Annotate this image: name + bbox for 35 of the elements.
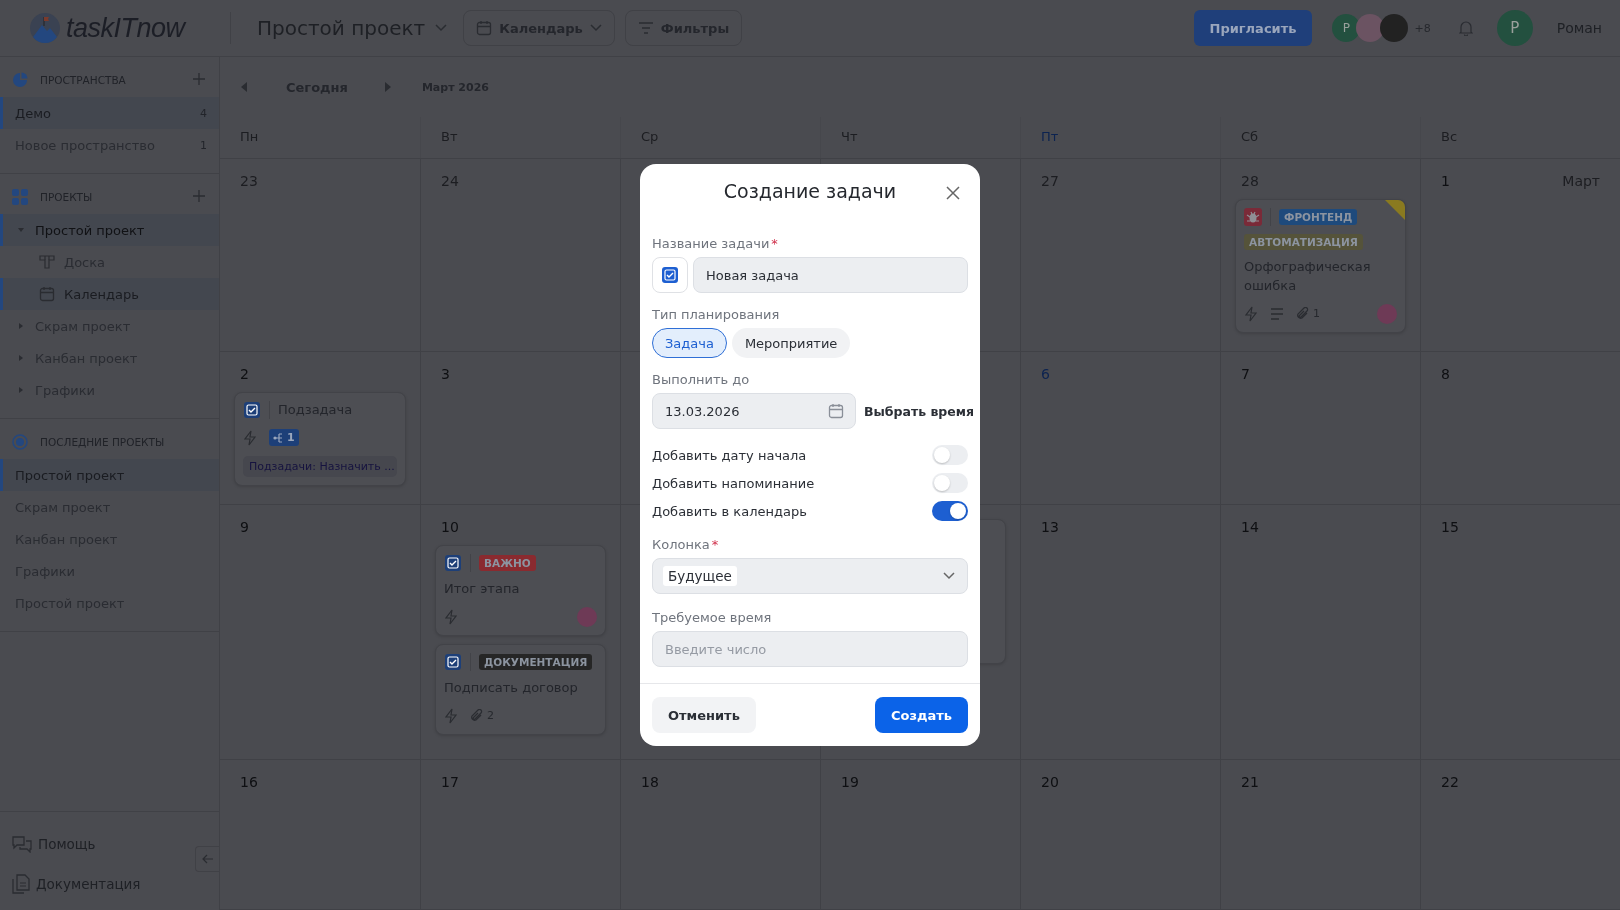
field-label: Название задачи	[652, 236, 770, 251]
field-label: Выполнить до	[652, 372, 750, 387]
card-tag: ДОКУМЕНТАЦИЯ	[479, 653, 593, 670]
day-number: 13	[1041, 519, 1059, 537]
toggle-label: Добавить дату начала	[652, 447, 807, 463]
day-number: 22	[1441, 774, 1459, 792]
card-tag: ФРОНТЕНД	[1279, 209, 1358, 225]
day-number: 8	[1441, 366, 1450, 384]
weekday-label: Пт	[1020, 117, 1220, 158]
day-number: 1	[1441, 173, 1450, 191]
toggle-label: Добавить в календарь	[652, 503, 807, 519]
card-tag: ВАЖНО	[479, 555, 536, 571]
day-number: 20	[1041, 774, 1059, 792]
required-mark: *	[771, 236, 778, 251]
field-label: Колонка	[652, 537, 710, 552]
selected-column-chip: Будущее	[663, 566, 737, 586]
field-label: Тип планирования	[652, 307, 780, 322]
day-number: 16	[240, 774, 258, 792]
day-number: 21	[1241, 774, 1259, 792]
day-number: 2	[240, 366, 249, 384]
day-number: 17	[441, 774, 459, 792]
day-number: 6	[1041, 366, 1050, 384]
day-number: 19	[841, 774, 859, 792]
card-tag: АВТОМАТИЗАЦИЯ	[1244, 234, 1363, 250]
field-label: Требуемое время	[652, 610, 772, 625]
day-number: 3	[441, 366, 450, 384]
required-mark: *	[711, 537, 719, 552]
toggle-label: Добавить напоминание	[652, 475, 815, 491]
day-number: 9	[240, 519, 249, 537]
day-number: 7	[1241, 366, 1250, 384]
day-number: 10	[441, 519, 459, 537]
dialog-title: Создание задачи	[723, 180, 897, 202]
day-number: 15	[1441, 519, 1459, 537]
day-number: 14	[1241, 519, 1259, 537]
day-number: 18	[641, 774, 659, 792]
